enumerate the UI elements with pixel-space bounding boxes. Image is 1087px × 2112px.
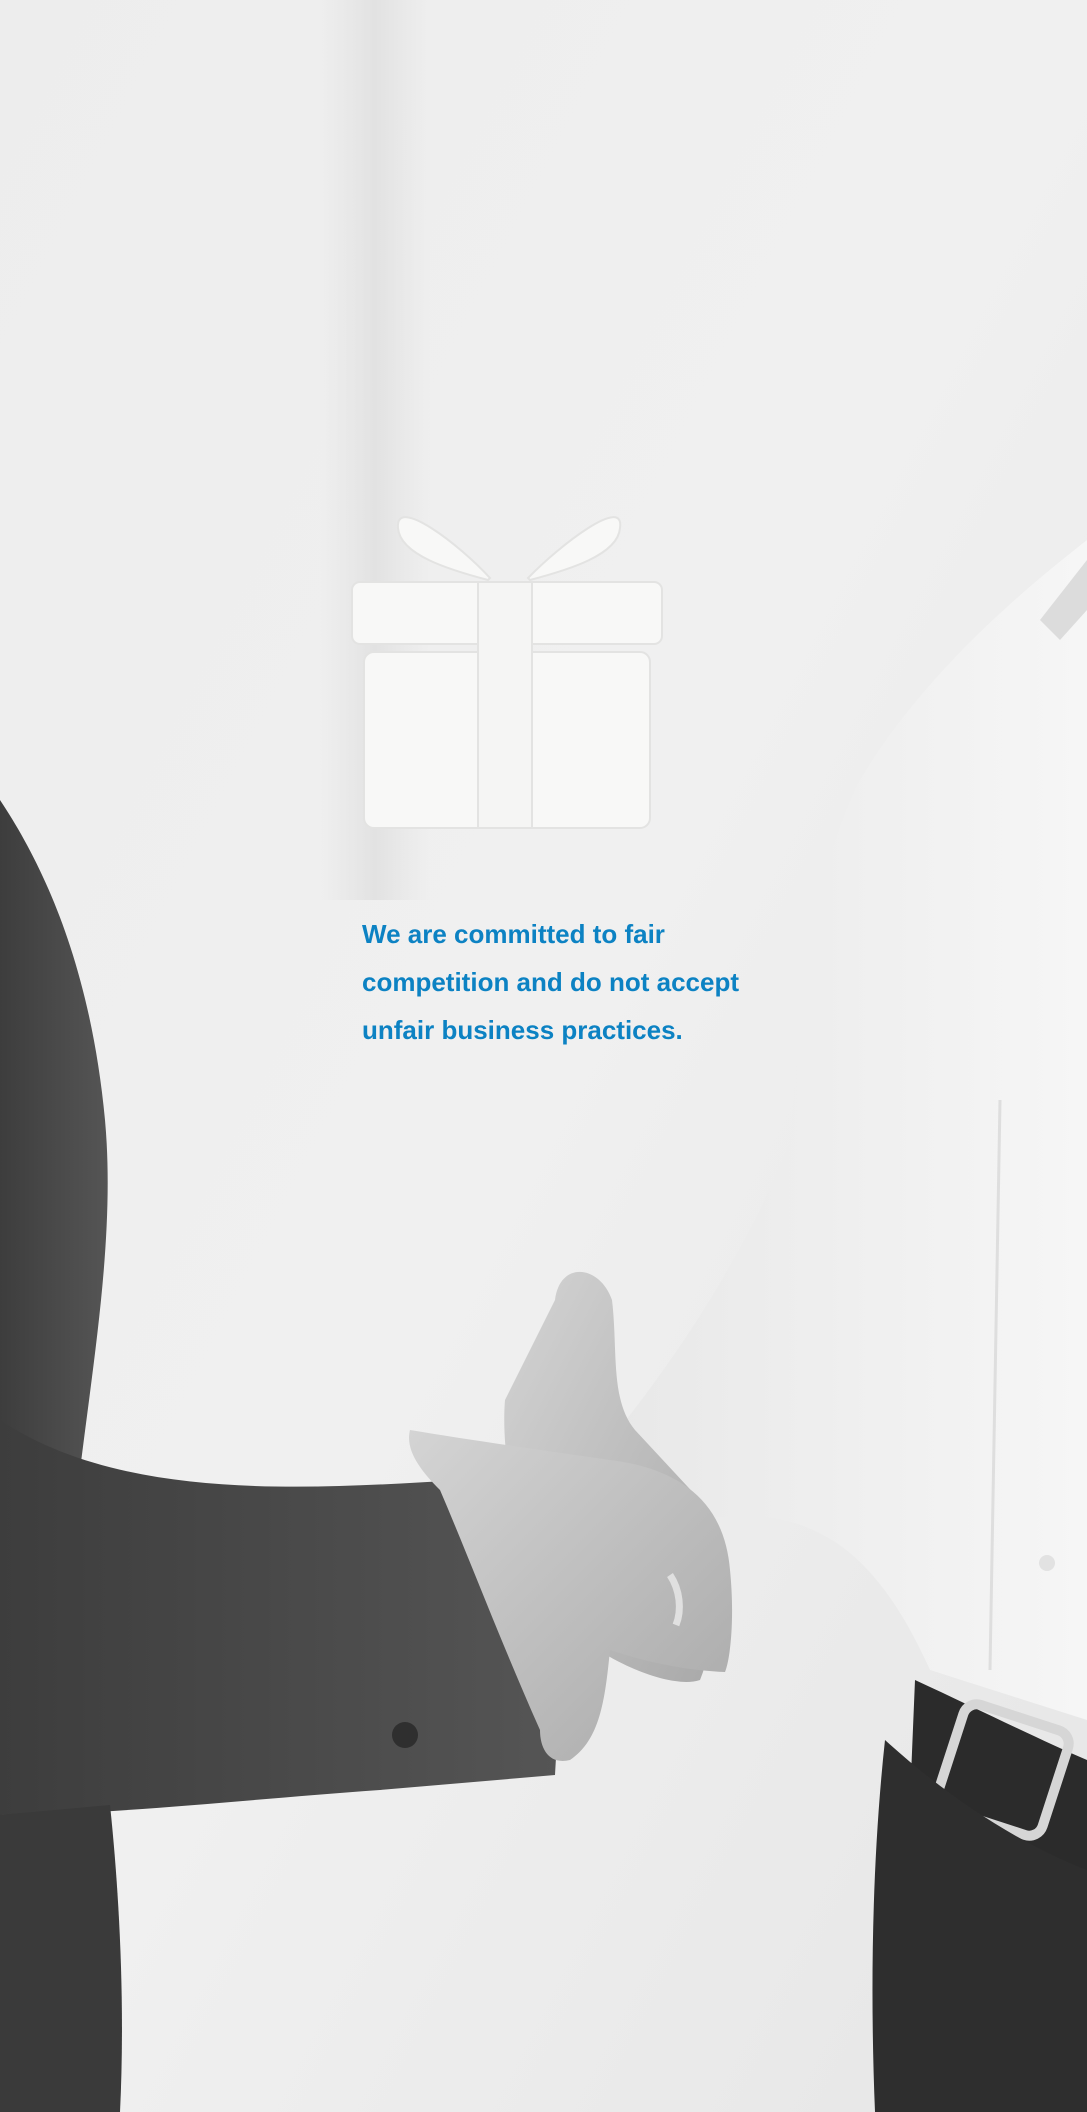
commitment-message: We are committed to fair competition and… (362, 910, 782, 1054)
message-line-1: We are committed to fair (362, 919, 665, 949)
message-line-2: competition and do not accept (362, 967, 740, 997)
sleeve-button (392, 1722, 418, 1748)
shirt-button (1039, 1555, 1055, 1571)
message-line-3: unfair business practices. (362, 1015, 683, 1045)
gift-ribbon (477, 581, 533, 829)
left-person-lower-body (0, 1805, 122, 2112)
handshake-photo (0, 0, 1087, 2112)
